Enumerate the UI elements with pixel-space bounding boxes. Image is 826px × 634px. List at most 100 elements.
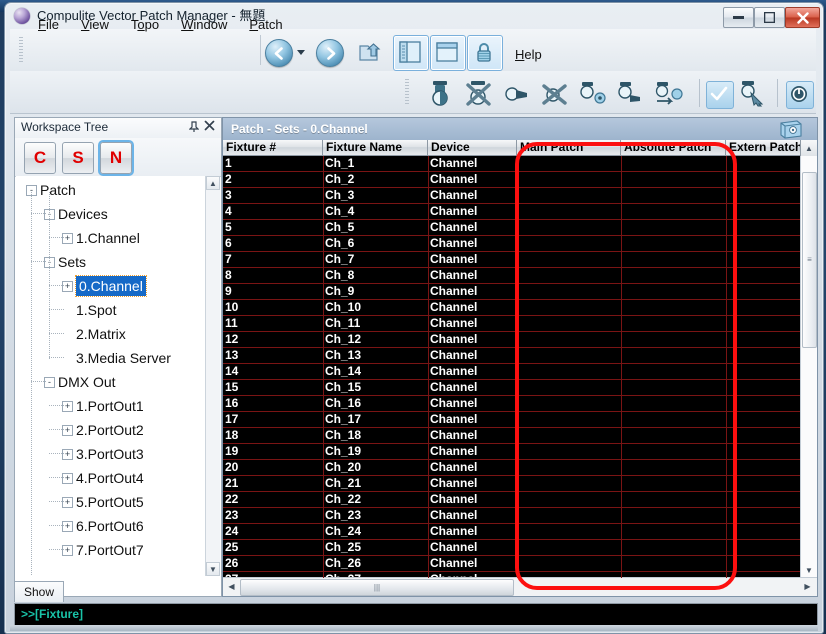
cell-absolute[interactable] bbox=[621, 284, 726, 299]
cell-device[interactable]: Channel bbox=[428, 316, 517, 331]
cell-name[interactable]: Ch_3 bbox=[323, 188, 428, 203]
show-window-toggle[interactable] bbox=[430, 35, 466, 71]
table-row[interactable]: 23 Ch_23 Channel bbox=[223, 508, 801, 524]
table-horizontal-scrollbar[interactable]: ◀ ||| ▶ bbox=[223, 577, 817, 596]
cell-main[interactable] bbox=[517, 332, 621, 347]
go-up-folder-icon[interactable] bbox=[357, 39, 383, 65]
cell-name[interactable]: Ch_5 bbox=[323, 220, 428, 235]
cell-extern[interactable] bbox=[726, 380, 801, 395]
cell-main[interactable] bbox=[517, 508, 621, 523]
power-info-icon[interactable] bbox=[786, 81, 814, 109]
table-row[interactable]: 1 Ch_1 Channel bbox=[223, 156, 801, 172]
cell-extern[interactable] bbox=[726, 252, 801, 267]
cell-absolute[interactable] bbox=[621, 268, 726, 283]
cell-name[interactable]: Ch_15 bbox=[323, 380, 428, 395]
cell-name[interactable]: Ch_24 bbox=[323, 524, 428, 539]
cell-absolute[interactable] bbox=[621, 364, 726, 379]
cell-main[interactable] bbox=[517, 396, 621, 411]
cell-main[interactable] bbox=[517, 428, 621, 443]
cell-name[interactable]: Ch_20 bbox=[323, 460, 428, 475]
table-row[interactable]: 8 Ch_8 Channel bbox=[223, 268, 801, 284]
cell-extern[interactable] bbox=[726, 284, 801, 299]
table-row[interactable]: 11 Ch_11 Channel bbox=[223, 316, 801, 332]
tree-node-1-portout1[interactable]: 1.PortOut1 bbox=[76, 394, 144, 418]
cell-device[interactable]: Channel bbox=[428, 252, 517, 267]
tree-node-7-portout7[interactable]: 7.PortOut7 bbox=[76, 538, 144, 562]
cell-absolute[interactable] bbox=[621, 380, 726, 395]
tree-node-6-portout6[interactable]: 6.PortOut6 bbox=[76, 514, 144, 538]
cell-device[interactable]: Channel bbox=[428, 524, 517, 539]
cell-num[interactable]: 1 bbox=[223, 156, 323, 171]
table-row[interactable]: 7 Ch_7 Channel bbox=[223, 252, 801, 268]
tree-expand-toggle[interactable]: + bbox=[62, 521, 73, 532]
cell-extern[interactable] bbox=[726, 508, 801, 523]
cell-absolute[interactable] bbox=[621, 220, 726, 235]
cell-num[interactable]: 3 bbox=[223, 188, 323, 203]
column-header-device[interactable]: Device bbox=[428, 140, 517, 156]
cell-device[interactable]: Channel bbox=[428, 332, 517, 347]
cell-absolute[interactable] bbox=[621, 460, 726, 475]
cell-device[interactable]: Channel bbox=[428, 460, 517, 475]
column-header-fixture-name[interactable]: Fixture Name bbox=[323, 140, 428, 156]
lock-toggle[interactable] bbox=[467, 35, 503, 71]
cell-extern[interactable] bbox=[726, 332, 801, 347]
tree-scroll-up-button[interactable]: ▲ bbox=[206, 176, 220, 190]
table-row[interactable]: 13 Ch_13 Channel bbox=[223, 348, 801, 364]
show-tree-panel-toggle[interactable] bbox=[393, 35, 429, 71]
cell-name[interactable]: Ch_17 bbox=[323, 412, 428, 427]
table-row[interactable]: 17 Ch_17 Channel bbox=[223, 412, 801, 428]
table-vertical-scrollbar[interactable]: ≡ ▼ bbox=[800, 156, 817, 578]
cell-main[interactable] bbox=[517, 252, 621, 267]
table-vertical-scroll-thumb[interactable]: ≡ bbox=[802, 172, 817, 348]
tree-expand-toggle[interactable]: + bbox=[62, 473, 73, 484]
cell-extern[interactable] bbox=[726, 204, 801, 219]
chevron-down-icon[interactable] bbox=[297, 50, 305, 55]
cell-device[interactable]: Channel bbox=[428, 492, 517, 507]
cell-device[interactable]: Channel bbox=[428, 444, 517, 459]
cell-extern[interactable] bbox=[726, 348, 801, 363]
tree-node-2-matrix[interactable]: 2.Matrix bbox=[76, 322, 126, 346]
cell-absolute[interactable] bbox=[621, 300, 726, 315]
close-panel-icon[interactable] bbox=[204, 120, 215, 134]
cell-absolute[interactable] bbox=[621, 188, 726, 203]
cell-num[interactable]: 15 bbox=[223, 380, 323, 395]
table-row[interactable]: 10 Ch_10 Channel bbox=[223, 300, 801, 316]
show-tab[interactable]: Show bbox=[14, 581, 64, 602]
cell-name[interactable]: Ch_21 bbox=[323, 476, 428, 491]
tree-expand-toggle[interactable]: + bbox=[62, 281, 73, 292]
cell-name[interactable]: Ch_2 bbox=[323, 172, 428, 187]
cell-main[interactable] bbox=[517, 284, 621, 299]
cell-name[interactable]: Ch_6 bbox=[323, 236, 428, 251]
table-row[interactable]: 21 Ch_21 Channel bbox=[223, 476, 801, 492]
cell-name[interactable]: Ch_18 bbox=[323, 428, 428, 443]
unpatch-fixture-icon[interactable] bbox=[541, 79, 571, 107]
command-bar[interactable]: >>[Fixture] bbox=[14, 603, 818, 627]
cell-main[interactable] bbox=[517, 412, 621, 427]
cell-num[interactable]: 25 bbox=[223, 540, 323, 555]
mode-button-s[interactable]: S bbox=[62, 142, 94, 174]
column-header-absolute-patch[interactable]: Absolute Patch bbox=[621, 140, 726, 156]
cell-num[interactable]: 12 bbox=[223, 332, 323, 347]
cell-extern[interactable] bbox=[726, 444, 801, 459]
forward-button[interactable] bbox=[316, 39, 344, 67]
cell-name[interactable]: Ch_22 bbox=[323, 492, 428, 507]
cell-device[interactable]: Channel bbox=[428, 172, 517, 187]
menu-item-view[interactable]: View bbox=[70, 14, 120, 35]
tree-node-5-portout5[interactable]: 5.PortOut5 bbox=[76, 490, 144, 514]
back-button[interactable] bbox=[265, 39, 293, 67]
cell-absolute[interactable] bbox=[621, 252, 726, 267]
cell-absolute[interactable] bbox=[621, 316, 726, 331]
tree-expand-toggle[interactable]: + bbox=[62, 425, 73, 436]
cell-num[interactable]: 6 bbox=[223, 236, 323, 251]
menu-item-patch[interactable]: Patch bbox=[238, 14, 293, 35]
fixture-properties-icon[interactable] bbox=[617, 79, 647, 107]
cell-num[interactable]: 24 bbox=[223, 524, 323, 539]
table-row[interactable]: 26 Ch_26 Channel bbox=[223, 556, 801, 572]
cell-name[interactable]: Ch_25 bbox=[323, 540, 428, 555]
tree-node-2-portout2[interactable]: 2.PortOut2 bbox=[76, 418, 144, 442]
cell-absolute[interactable] bbox=[621, 508, 726, 523]
table-row[interactable]: 14 Ch_14 Channel bbox=[223, 364, 801, 380]
check-confirm-icon[interactable] bbox=[706, 81, 734, 109]
cell-device[interactable]: Channel bbox=[428, 348, 517, 363]
cell-name[interactable]: Ch_4 bbox=[323, 204, 428, 219]
